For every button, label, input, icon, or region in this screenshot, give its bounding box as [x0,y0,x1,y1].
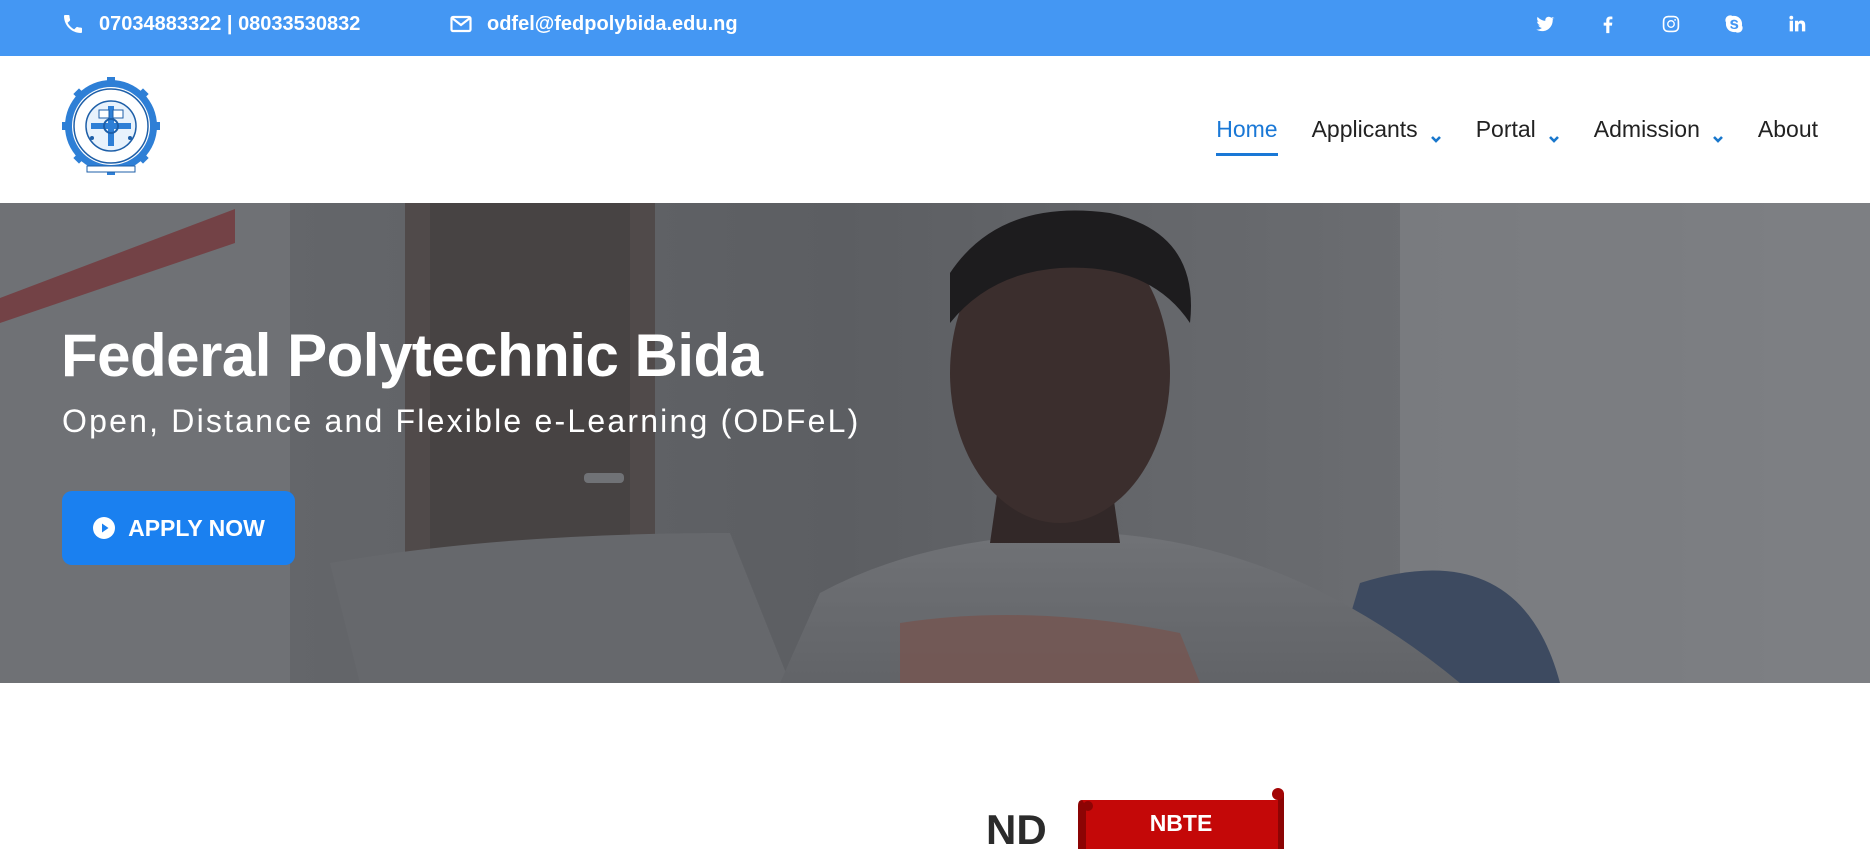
envelope-icon [450,15,472,33]
instagram-icon [1662,15,1679,33]
phone-numbers: 07034883322 | 08033530832 [99,12,361,35]
nav-admission-label: Admission [1593,116,1700,142]
nav-about[interactable]: About [1758,110,1818,150]
nav-admission[interactable]: Admission [1594,110,1724,150]
hero-background-image [0,203,1870,683]
email-address: odfel@fedpolybida.edu.ng [487,12,738,35]
nav-applicants[interactable]: Applicants [1312,110,1442,150]
skype-icon [1724,15,1743,33]
facebook-link[interactable] [1576,0,1639,48]
nav-about-label: About [1757,116,1818,142]
linkedin-icon [1788,15,1805,32]
nav-portal[interactable]: Portal [1476,110,1560,150]
play-circle-icon [93,517,116,539]
facebook-icon [1603,16,1612,34]
skype-link[interactable] [1702,0,1765,48]
nav-portal-label: Portal [1475,116,1536,142]
twitter-icon [1535,16,1555,32]
polytechnic-logo[interactable] [61,76,161,176]
top-contact-bar: 07034883322 | 08033530832 odfel@fedpolyb… [0,0,1870,56]
nav-home-label: Home [1216,116,1278,142]
nbte-accreditation-badge: NBTE [1078,786,1284,849]
chevron-down-icon [1712,124,1724,143]
apply-now-label: APPLY NOW [128,514,265,541]
social-links [1513,0,1828,48]
nd-programme-label: ND [986,806,1047,849]
twitter-link[interactable] [1513,0,1576,48]
linkedin-link[interactable] [1765,0,1828,48]
instagram-link[interactable] [1639,0,1702,48]
nbte-label: NBTE [1149,810,1213,836]
polytechnic-seal-icon [62,77,160,175]
chevron-down-icon [1430,124,1442,143]
email-contact[interactable]: odfel@fedpolybida.edu.ng [449,0,738,48]
chevron-down-icon [1548,124,1560,143]
hero-subtitle: Open, Distance and Flexible e-Learning (… [62,403,861,439]
phone-icon [64,15,82,33]
nav-home[interactable]: Home [1216,110,1278,156]
apply-now-button[interactable]: APPLY NOW [62,491,295,565]
phone-contact[interactable]: 07034883322 | 08033530832 [61,0,360,48]
hero-title: Federal Polytechnic Bida [61,322,763,389]
hero-banner: Federal Polytechnic Bida Open, Distance … [0,203,1870,683]
site-header: Home Applicants Portal Admission About [0,56,1870,203]
nav-applicants-label: Applicants [1311,116,1418,142]
main-navigation: Home Applicants Portal Admission About [1182,56,1818,203]
